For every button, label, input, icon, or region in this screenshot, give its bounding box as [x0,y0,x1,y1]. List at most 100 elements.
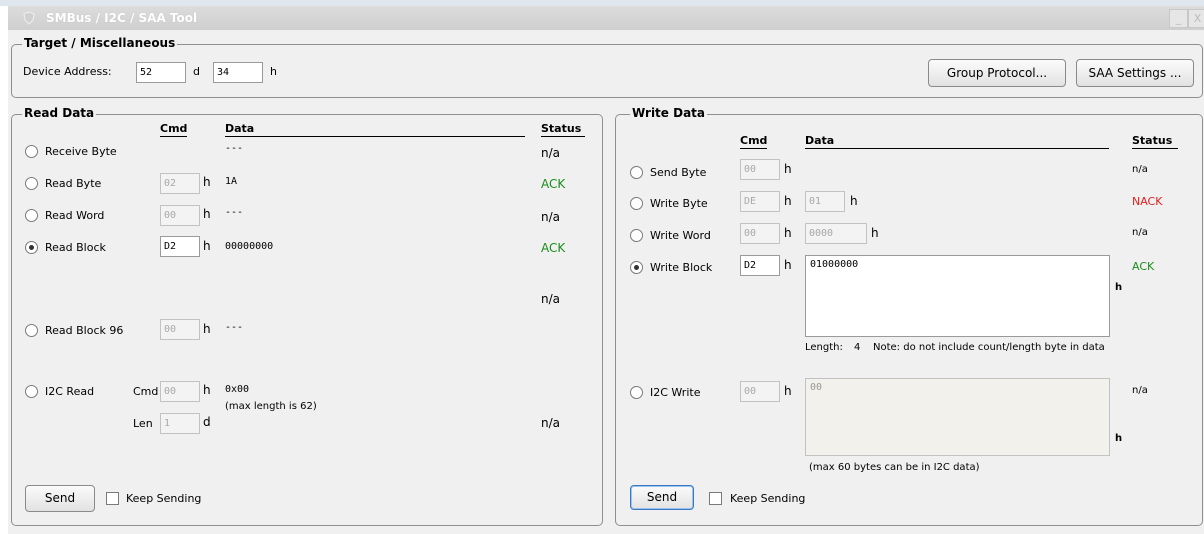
read-block96-data: --- [225,322,244,333]
write-cmd-header: Cmd [740,134,768,149]
tool-window: Target / Miscellaneous Device Address: 5… [8,30,1204,534]
write-block-status: ACK [1132,260,1155,273]
read-block-status-secondary: n/a [541,292,561,306]
window-title: SMBus / I2C / SAA Tool [46,11,198,25]
write-block-cmd-unit: h [784,258,792,272]
i2c-read-data: 0x00 [225,384,250,395]
send-byte-label: Send Byte [650,166,707,179]
read-word-status: n/a [541,210,561,224]
write-block-cmd-input[interactable]: D2 [740,255,780,276]
i2c-read-note: (max length is 62) [225,401,317,412]
write-byte-cmd-unit: h [784,194,792,208]
read-byte-label: Read Byte [45,177,102,190]
read-keep-sending-label: Keep Sending [126,492,202,505]
i2c-read-cmd-label: Cmd [133,385,159,398]
write-word-radio[interactable] [630,229,643,242]
title-bar: SMBus / I2C / SAA Tool _ X [8,6,1204,31]
send-byte-radio[interactable] [630,166,643,179]
receive-byte-label: Receive Byte [45,145,117,158]
read-keep-sending-checkbox[interactable] [106,492,119,505]
hex-unit: h [270,65,277,78]
write-word-data-input[interactable]: 0000 [805,223,867,244]
read-byte-status: ACK [541,177,566,191]
write-block-radio[interactable] [630,261,643,274]
read-block-label: Read Block [45,241,106,254]
read-data-group: Read Data Cmd Data Status Receive Byte -… [11,106,603,526]
write-block-note: Note: do not include count/length byte i… [873,342,1105,353]
send-byte-cmd-input[interactable]: 00 [740,159,780,180]
i2c-read-radio[interactable] [25,385,38,398]
read-block96-radio[interactable] [25,324,38,337]
read-data-header: Data [225,122,525,137]
read-block-status: ACK [541,241,566,255]
read-data-legend: Read Data [22,106,97,120]
read-block96-cmd-unit: h [203,322,211,336]
device-address-dec-input[interactable]: 52 [136,62,186,83]
read-block-data: 00000000 [225,241,274,252]
read-byte-cmd-input[interactable]: 02 [160,173,200,194]
minimize-button[interactable]: _ [1169,9,1188,28]
read-word-cmd-input[interactable]: 00 [160,205,200,226]
receive-byte-status: n/a [541,146,561,160]
i2c-write-status: n/a [1132,385,1148,396]
write-send-button[interactable]: Send [630,485,694,510]
target-legend: Target / Miscellaneous [22,36,178,50]
read-cmd-header: Cmd [160,122,188,137]
write-byte-cmd-input[interactable]: DE [740,191,780,212]
write-byte-data-input[interactable]: 01 [805,191,845,212]
write-block-data-textarea[interactable]: 01000000 [805,255,1110,337]
i2c-read-len-label: Len [133,417,153,430]
read-byte-data: 1A [225,176,238,187]
send-byte-status: n/a [1132,164,1148,175]
write-word-cmd-unit: h [784,226,792,240]
i2c-write-radio[interactable] [630,386,643,399]
write-byte-data-unit: h [850,194,858,208]
i2c-write-cmd-input[interactable]: 00 [740,381,780,402]
read-word-data: --- [225,207,244,218]
read-send-button[interactable]: Send [25,485,95,512]
receive-byte-data: --- [225,143,244,154]
send-byte-cmd-unit: h [784,162,792,176]
i2c-read-label: I2C Read [45,385,95,398]
i2c-read-cmd-unit: h [203,383,211,397]
write-data-legend: Write Data [630,106,708,120]
i2c-read-len-input[interactable]: 1 [160,413,200,434]
close-button[interactable]: X [1188,9,1204,28]
i2c-write-data-textarea[interactable]: 00 [805,378,1110,456]
write-word-data-unit: h [871,226,879,240]
group-protocol-button[interactable]: Group Protocol... [928,59,1066,87]
device-address-hex-input[interactable]: 34 [213,62,263,83]
i2c-read-cmd-input[interactable]: 00 [160,381,200,402]
i2c-read-status: n/a [541,416,561,430]
receive-byte-radio[interactable] [25,145,38,158]
write-byte-label: Write Byte [650,197,708,210]
write-block-label: Write Block [650,261,713,274]
write-block-length-value: 4 [854,342,861,353]
i2c-read-len-unit: d [203,415,211,429]
read-block-cmd-unit: h [203,239,211,253]
i2c-write-note: (max 60 bytes can be in I2C data) [809,462,980,473]
write-word-status: n/a [1132,227,1148,238]
read-block96-label: Read Block 96 [45,324,124,337]
read-status-header: Status [541,122,585,137]
read-block-radio[interactable] [25,241,38,254]
ti-logo-icon [23,11,35,25]
write-keep-sending-label: Keep Sending [730,492,806,505]
i2c-write-label: I2C Write [650,386,701,399]
write-keep-sending-checkbox[interactable] [709,492,722,505]
read-byte-cmd-unit: h [203,175,211,189]
i2c-write-data-unit: h [1115,433,1123,444]
device-address-label: Device Address: [23,65,112,78]
read-word-radio[interactable] [25,209,38,222]
write-block-length-label: Length: [805,342,843,353]
read-block96-cmd-input[interactable]: 00 [160,319,200,340]
write-word-label: Write Word [650,229,711,242]
read-byte-radio[interactable] [25,177,38,190]
i2c-write-cmd-unit: h [784,384,792,398]
write-byte-radio[interactable] [630,197,643,210]
write-data-group: Write Data Cmd Data Status Send Byte 00 … [615,106,1203,526]
read-block-cmd-input[interactable]: D2 [160,236,200,257]
saa-settings-button[interactable]: SAA Settings ... [1076,59,1194,87]
write-data-header: Data [805,134,1109,149]
write-word-cmd-input[interactable]: 00 [740,223,780,244]
